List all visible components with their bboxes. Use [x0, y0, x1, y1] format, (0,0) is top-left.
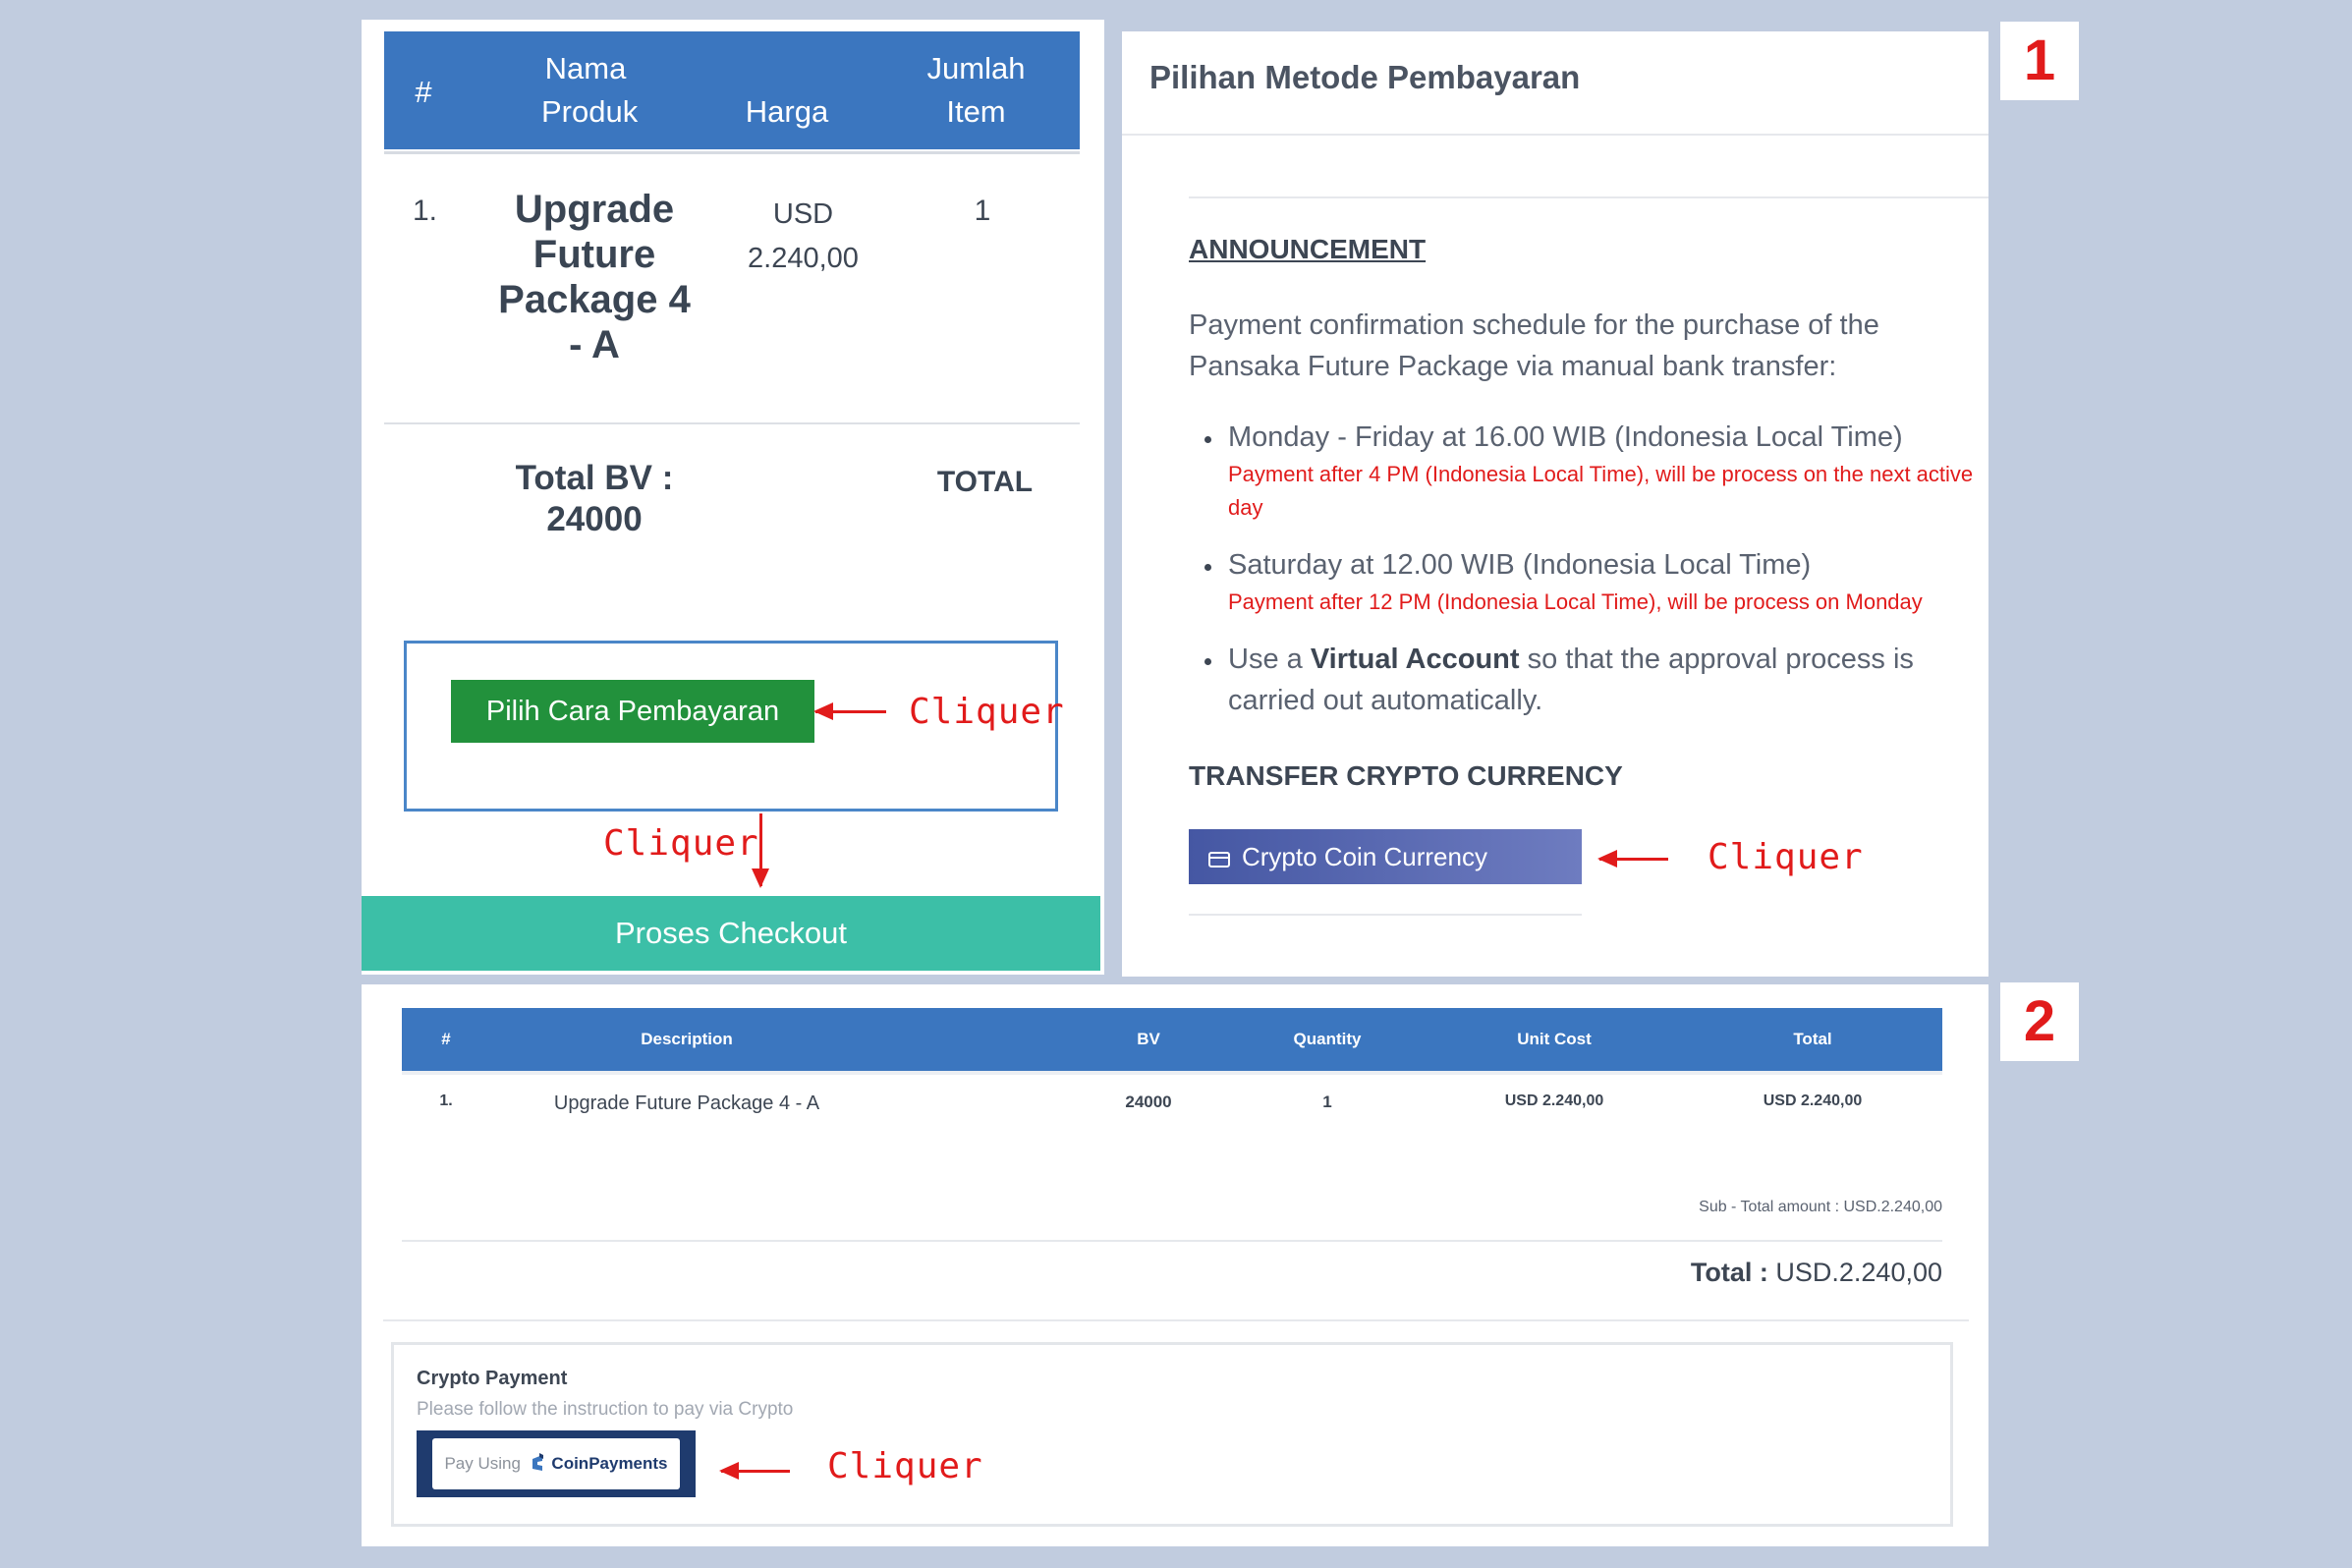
crypto-payment-instruction: Please follow the instruction to pay via…	[417, 1399, 794, 1420]
invoice-col-total: Total	[1793, 1030, 1832, 1048]
pay-using-label: Pay Using	[444, 1454, 521, 1473]
coinpayments-button[interactable]: Pay Using CoinPayments	[417, 1430, 696, 1497]
payment-panel-title: Pilihan Metode Pembayaran	[1149, 59, 1581, 95]
invoice-col-description: Description	[641, 1030, 733, 1048]
schedule-text: Saturday at 12.00 WIB (Indonesia Local T…	[1228, 549, 1812, 581]
arrow-left	[719, 1462, 790, 1480]
total-divider	[383, 1319, 1969, 1321]
checkout-button[interactable]: Proses Checkout	[362, 896, 1100, 971]
announcement-intro: Payment confirmation schedule for the pu…	[1189, 309, 1879, 382]
schedule-note: Payment after 12 PM (Indonesia Local Tim…	[1228, 589, 1923, 614]
row-quantity: 1	[974, 195, 991, 227]
crypto-heading: TRANSFER CRYPTO CURRENCY	[1189, 760, 1623, 791]
invoice-total-label: Total :	[1690, 1258, 1768, 1287]
total-label: TOTAL	[936, 466, 1034, 498]
total-bv-value: 24000	[546, 500, 643, 538]
cart-table-header: # Nama Produk Harga Jumlah Item	[384, 31, 1080, 149]
arrow-left	[813, 702, 886, 720]
row-price: USD 2.240,00	[748, 198, 859, 274]
row-divider	[384, 422, 1080, 424]
coinpayments-logo-icon	[530, 1442, 545, 1471]
schedule-note: Payment after 4 PM (Indonesia Local Time…	[1228, 462, 1974, 520]
va-bold: Virtual Account	[1310, 644, 1520, 675]
invoice-table-header: # Description BV Quantity Unit Cost Tota…	[402, 1008, 1942, 1071]
credit-card-icon	[1208, 852, 1230, 868]
arrow-down	[752, 813, 769, 888]
invoice-total: Total : USD.2.240,00	[1474, 1258, 1942, 1288]
schedule-item-weekday: Monday - Friday at 16.00 WIB (Indonesia …	[1189, 417, 1975, 525]
crypto-payment-title: Crypto Payment	[417, 1368, 568, 1389]
annotation-click: Cliquer	[1708, 837, 1864, 877]
step-badge-1: 1	[2000, 22, 2079, 100]
schedule-item-saturday: Saturday at 12.00 WIB (Indonesia Local T…	[1189, 544, 1975, 619]
row-product: Upgrade Future Package 4 - A	[498, 188, 691, 366]
invoice-col-unit-cost: Unit Cost	[1517, 1030, 1592, 1048]
invoice-cell-total: USD 2.240,00	[1763, 1092, 1863, 1109]
coinpayments-button-face: Pay Using CoinPayments	[432, 1438, 680, 1489]
subtotal-divider	[402, 1240, 1942, 1242]
arrow-left	[1597, 850, 1668, 868]
invoice-cell-description: Upgrade Future Package 4 - A	[553, 1092, 820, 1114]
va-prefix: Use a	[1228, 644, 1311, 675]
invoice-cell-bv: 24000	[1125, 1092, 1172, 1111]
invoice-header-underline	[402, 1071, 1942, 1075]
invoice-total-value: USD.2.240,00	[1775, 1258, 1942, 1287]
invoice-cell-unit-cost: USD 2.240,00	[1504, 1092, 1604, 1109]
col-product: Nama Produk	[541, 51, 639, 129]
annotation-click: Cliquer	[827, 1446, 983, 1486]
crypto-coin-button[interactable]: Crypto Coin Currency	[1189, 829, 1582, 884]
schedule-text: Monday - Friday at 16.00 WIB (Indonesia …	[1228, 421, 1903, 453]
coinpayments-label: CoinPayments	[551, 1454, 668, 1473]
schedule-item-virtual-account: Use a Virtual Account so that the approv…	[1189, 639, 1975, 721]
row-number: 1.	[413, 195, 438, 227]
invoice-cell-quantity: 1	[1322, 1092, 1332, 1111]
total-bv: Total BV : 24000	[491, 458, 698, 540]
invoice-col-quantity: Quantity	[1293, 1030, 1362, 1048]
choose-payment-button[interactable]: Pilih Cara Pembayaran	[451, 680, 814, 743]
announcement-list: Monday - Friday at 16.00 WIB (Indonesia …	[1189, 417, 1975, 721]
col-quantity: Jumlah Item	[926, 51, 1026, 129]
content-divider	[1189, 196, 1988, 198]
invoice-cell-number: 1.	[439, 1092, 453, 1109]
annotation-click: Cliquer	[603, 823, 759, 864]
col-number: #	[415, 75, 432, 109]
invoice-row: 1. Upgrade Future Package 4 - A 24000 1 …	[402, 1092, 1942, 1122]
invoice-col-bv: BV	[1137, 1030, 1160, 1048]
total-bv-label: Total BV :	[515, 459, 674, 497]
crypto-divider	[1189, 914, 1582, 916]
step-badge-2: 2	[2000, 982, 2079, 1061]
header-underline	[384, 151, 1080, 154]
col-price: Harga	[745, 94, 829, 129]
invoice-col-number: #	[441, 1030, 451, 1048]
invoice-subtotal: Sub - Total amount : USD.2.240,00	[1699, 1199, 1942, 1215]
crypto-coin-button-label: Crypto Coin Currency	[1242, 842, 1487, 871]
annotation-click: Cliquer	[909, 692, 1065, 732]
announcement-heading: ANNOUNCEMENT	[1189, 234, 1427, 264]
title-divider	[1122, 134, 1988, 136]
